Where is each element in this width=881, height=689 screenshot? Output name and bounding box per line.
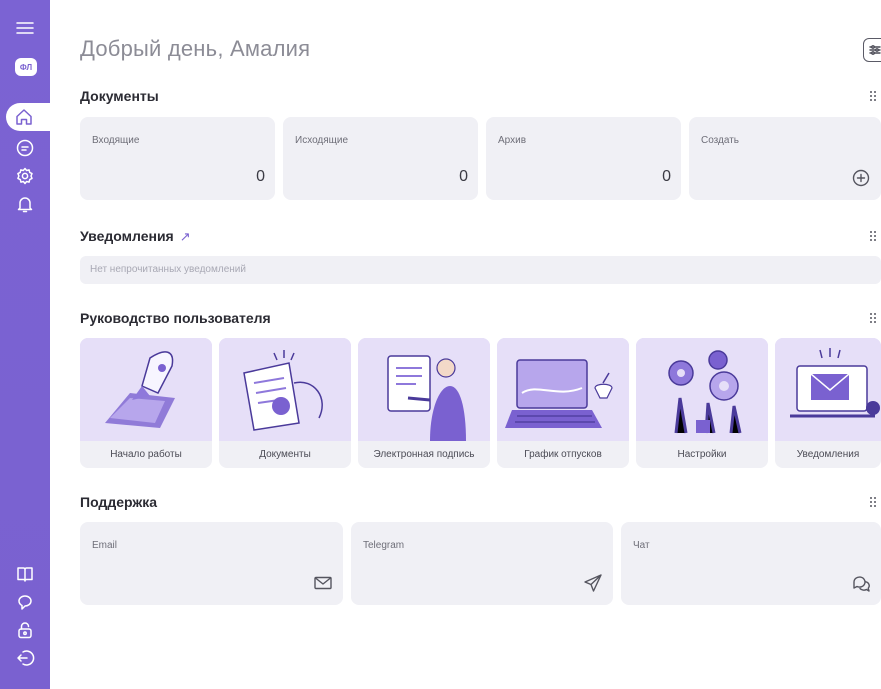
nav-logout[interactable] (0, 644, 50, 672)
card-incoming[interactable]: Входящие 0 (80, 117, 275, 200)
documents-title: Документы (80, 88, 159, 104)
support-telegram-card[interactable]: Telegram (351, 522, 613, 605)
drag-handle-icon[interactable] (870, 313, 880, 325)
sliders-icon (869, 45, 881, 55)
send-icon (583, 573, 603, 593)
support-title: Поддержка (80, 494, 158, 510)
logout-icon (17, 650, 35, 666)
card-label: Telegram (363, 540, 405, 551)
home-icon (16, 109, 32, 125)
nav-help-book[interactable] (0, 560, 50, 588)
guide-title: Руководство пользователя (80, 310, 271, 326)
bell-icon (17, 197, 33, 213)
drag-handle-icon[interactable] (870, 497, 880, 509)
mail-icon (313, 573, 333, 593)
card-count: 0 (459, 168, 468, 185)
guide-card-notifications[interactable]: Уведомления (775, 338, 881, 468)
guide-card-caption: Электронная подпись (373, 449, 475, 460)
card-count: 0 (662, 168, 671, 185)
signature-illustration (358, 338, 490, 441)
notifications-title[interactable]: Уведомления ↗ (80, 228, 191, 245)
card-archive[interactable]: Архив 0 (486, 117, 681, 200)
external-arrow-icon[interactable]: ↗ (180, 229, 191, 245)
document-icon (16, 139, 34, 157)
empty-notifications-text: Нет непрочитанных уведомлений (90, 264, 246, 275)
guide-card-caption: Начало работы (110, 449, 182, 460)
settings-illustration (636, 338, 768, 441)
guide-card-e-signature[interactable]: Электронная подпись (358, 338, 490, 468)
sidebar: ФЛ (0, 0, 50, 689)
guide-card-caption: Уведомления (796, 449, 860, 460)
guide-card-getting-started[interactable]: Начало работы (80, 338, 212, 468)
card-count: 0 (256, 168, 265, 185)
nav-settings[interactable] (0, 162, 50, 190)
card-label: Email (92, 540, 118, 551)
customize-button[interactable] (863, 38, 881, 62)
card-outgoing[interactable]: Исходящие 0 (283, 117, 478, 200)
nav-support[interactable] (0, 588, 50, 616)
page-title: Добрый день, Амалия (80, 36, 311, 61)
support-icon (18, 595, 32, 610)
drag-handle-icon[interactable] (870, 231, 880, 243)
card-label: Исходящие (295, 135, 349, 146)
card-label: Архив (498, 135, 527, 146)
book-icon (17, 567, 33, 582)
notifications-empty: Нет непрочитанных уведомлений (80, 256, 881, 284)
lock-icon (18, 622, 32, 639)
guide-card-vacation-schedule[interactable]: График отпусков (497, 338, 629, 468)
menu-icon[interactable] (0, 14, 50, 42)
guide-card-settings[interactable]: Настройки (636, 338, 768, 468)
chat-icon (851, 573, 871, 593)
nav-lock[interactable] (0, 616, 50, 644)
vacation-illustration (497, 338, 629, 441)
card-create[interactable]: Создать (689, 117, 881, 200)
support-email-card[interactable]: Email (80, 522, 343, 605)
nav-notifications[interactable] (0, 190, 50, 218)
guide-card-caption: График отпусков (524, 449, 602, 460)
plus-circle-icon (851, 168, 871, 188)
notifications-title-text: Уведомления (80, 228, 174, 244)
guide-card-documents[interactable]: Документы (219, 338, 351, 468)
nav-documents[interactable] (0, 134, 50, 162)
card-label: Входящие (92, 135, 140, 146)
card-label: Создать (701, 135, 740, 146)
settings-icon (17, 167, 33, 185)
support-chat-card[interactable]: Чат (621, 522, 881, 605)
guide-card-caption: Документы (259, 449, 311, 460)
avatar[interactable]: ФЛ (15, 58, 37, 76)
main-content: Добрый день, Амалия Документы Входящие 0… (80, 0, 881, 689)
guide-card-caption: Настройки (677, 449, 727, 460)
notifications-illustration (775, 338, 881, 441)
card-label: Чат (633, 540, 650, 551)
drag-handle-icon[interactable] (870, 91, 880, 103)
rocket-illustration (80, 338, 212, 441)
documents-illustration (219, 338, 351, 441)
nav-home[interactable] (6, 103, 50, 131)
